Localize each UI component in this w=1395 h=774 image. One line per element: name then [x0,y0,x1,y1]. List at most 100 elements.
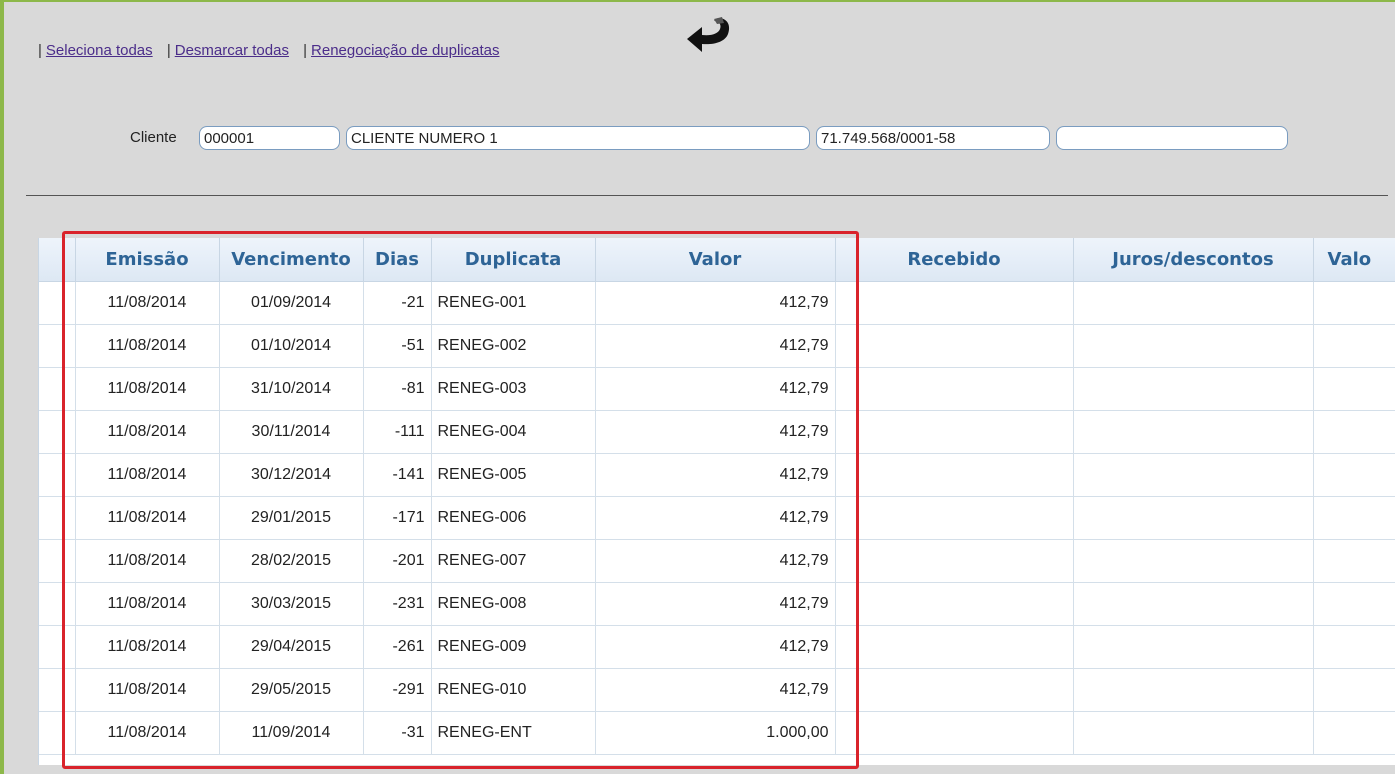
cell-recebido [835,367,1074,411]
cell-vencimento: 30/11/2014 [219,410,364,454]
row-select-cell[interactable] [39,496,76,540]
cell-duplicata: RENEG-004 [431,410,596,454]
row-select-cell[interactable] [39,582,76,626]
row-select-cell[interactable] [39,711,76,755]
cell-valor-final [1313,668,1395,712]
client-label: Cliente [130,129,177,146]
table-row[interactable]: 11/08/2014 01/10/2014 -51 RENEG-002 412,79 [39,324,1395,368]
cell-emissao: 11/08/2014 [75,711,220,755]
client-code-field[interactable] [199,126,340,150]
cell-emissao: 11/08/2014 [75,281,220,325]
table-row[interactable]: 11/08/2014 29/01/2015 -171 RENEG-006 412,79 [39,496,1395,540]
cell-juros-descontos [1073,668,1314,712]
cell-recebido [835,496,1074,540]
header-valor-truncated[interactable]: Valo [1313,238,1395,282]
cell-juros-descontos [1073,496,1314,540]
cell-vencimento: 31/10/2014 [219,367,364,411]
curved-back-arrow-icon[interactable] [684,14,734,56]
cell-dias: -291 [363,668,432,712]
cell-dias: -261 [363,625,432,669]
cell-duplicata: RENEG-010 [431,668,596,712]
header-juros-descontos[interactable]: Juros/descontos [1073,238,1314,282]
cell-duplicata: RENEG-006 [431,496,596,540]
table-row[interactable]: 11/08/2014 11/09/2014 -31 RENEG-ENT 1.000,00 [39,711,1395,755]
table-row[interactable]: 11/08/2014 30/11/2014 -111 RENEG-004 412,79 [39,410,1395,454]
header-duplicata[interactable]: Duplicata [431,238,596,282]
cell-vencimento: 30/12/2014 [219,453,364,497]
cell-duplicata: RENEG-008 [431,582,596,626]
cell-vencimento: 01/09/2014 [219,281,364,325]
cell-emissao: 11/08/2014 [75,668,220,712]
cell-duplicata: RENEG-007 [431,539,596,583]
cell-dias: -81 [363,367,432,411]
cell-recebido [835,453,1074,497]
client-name-field[interactable] [346,126,810,150]
cell-valor: 412,79 [595,539,836,583]
cell-valor: 412,79 [595,453,836,497]
table-row[interactable]: 11/08/2014 29/05/2015 -291 RENEG-010 412,79 [39,668,1395,712]
cell-valor-final [1313,367,1395,411]
cell-recebido [835,625,1074,669]
header-vencimento[interactable]: Vencimento [219,238,364,282]
cell-valor-final [1313,324,1395,368]
cell-dias: -51 [363,324,432,368]
client-cnpj-field[interactable] [816,126,1050,150]
cell-juros-descontos [1073,281,1314,325]
table-row[interactable]: 11/08/2014 30/12/2014 -141 RENEG-005 412,79 [39,453,1395,497]
cell-valor: 412,79 [595,668,836,712]
deselect-all-link[interactable]: Desmarcar todas [175,42,289,59]
header-valor[interactable]: Valor [595,238,836,282]
table-row[interactable]: 11/08/2014 01/09/2014 -21 RENEG-001 412,79 [39,281,1395,325]
cell-emissao: 11/08/2014 [75,582,220,626]
row-select-cell[interactable] [39,453,76,497]
row-select-cell[interactable] [39,668,76,712]
cell-juros-descontos [1073,324,1314,368]
cell-vencimento: 11/09/2014 [219,711,364,755]
row-select-cell[interactable] [39,410,76,454]
row-select-cell[interactable] [39,625,76,669]
select-all-link[interactable]: Seleciona todas [46,42,153,59]
header-emissao[interactable]: Emissão [75,238,220,282]
cell-valor-final [1313,711,1395,755]
cell-duplicata: RENEG-005 [431,453,596,497]
section-divider [26,195,1388,196]
cell-valor-final [1313,453,1395,497]
cell-dias: -231 [363,582,432,626]
table-row[interactable]: 11/08/2014 28/02/2015 -201 RENEG-007 412,79 [39,539,1395,583]
table-row[interactable]: 11/08/2014 31/10/2014 -81 RENEG-003 412,79 [39,367,1395,411]
cell-duplicata: RENEG-001 [431,281,596,325]
row-select-cell[interactable] [39,281,76,325]
header-dias[interactable]: Dias [363,238,432,282]
link-separator: | [166,42,171,59]
cell-valor-final [1313,281,1395,325]
cell-valor: 412,79 [595,582,836,626]
row-select-cell[interactable] [39,539,76,583]
cell-valor-final [1313,496,1395,540]
table-row[interactable]: 11/08/2014 29/04/2015 -261 RENEG-009 412,79 [39,625,1395,669]
cell-vencimento: 29/04/2015 [219,625,364,669]
cell-emissao: 11/08/2014 [75,625,220,669]
renegotiation-link[interactable]: Renegociação de duplicatas [311,42,499,59]
table-header-row: Emissão Vencimento Dias Duplicata Valor … [39,238,1395,282]
cell-dias: -141 [363,453,432,497]
row-select-cell[interactable] [39,324,76,368]
cell-valor: 412,79 [595,625,836,669]
cell-vencimento: 28/02/2015 [219,539,364,583]
cell-juros-descontos [1073,711,1314,755]
cell-duplicata: RENEG-009 [431,625,596,669]
cell-juros-descontos [1073,410,1314,454]
client-extra-field[interactable] [1056,126,1288,150]
cell-recebido [835,668,1074,712]
cell-recebido [835,410,1074,454]
cell-valor-final [1313,539,1395,583]
table-row[interactable]: 11/08/2014 30/03/2015 -231 RENEG-008 412,79 [39,582,1395,626]
row-select-cell[interactable] [39,367,76,411]
cell-duplicata: RENEG-003 [431,367,596,411]
cell-dias: -171 [363,496,432,540]
cell-vencimento: 29/01/2015 [219,496,364,540]
cell-dias: -111 [363,410,432,454]
cell-valor: 412,79 [595,367,836,411]
cell-juros-descontos [1073,539,1314,583]
link-separator: | [38,42,42,59]
header-recebido[interactable]: Recebido [835,238,1074,282]
